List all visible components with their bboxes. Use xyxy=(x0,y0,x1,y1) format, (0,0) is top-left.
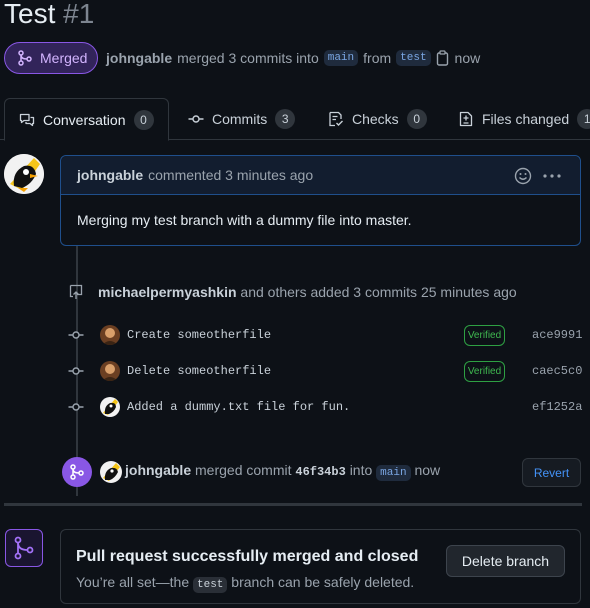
status-label: Merged xyxy=(40,50,88,66)
git-merge-icon xyxy=(5,529,43,567)
merge-event-action: merged commit xyxy=(195,462,292,478)
commits-time[interactable]: 25 minutes ago xyxy=(421,284,517,300)
commit-sha[interactable]: ace9991 xyxy=(532,328,582,342)
commit-message[interactable]: Create someotherfile xyxy=(127,328,271,342)
pr-title: Test xyxy=(4,0,56,29)
tab-files-changed-count: 1 xyxy=(577,109,590,129)
delete-branch-button[interactable]: Delete branch xyxy=(446,545,565,577)
tab-checks-label: Checks xyxy=(352,111,399,127)
author-link[interactable]: johngable xyxy=(106,50,172,66)
checklist-icon xyxy=(329,111,343,127)
tab-conversation-label: Conversation xyxy=(43,111,126,128)
merge-event-text: johngable merged commit 46f34b3 into mai… xyxy=(125,462,440,481)
tab-commits-count: 3 xyxy=(275,109,296,129)
head-branch-ref[interactable]: test xyxy=(396,50,431,66)
status-badge: Merged xyxy=(4,42,98,74)
avatar[interactable] xyxy=(100,325,120,345)
tab-files-changed-label: Files changed xyxy=(482,111,570,127)
tab-files-changed[interactable]: Files changed 1 xyxy=(458,98,590,140)
repo-push-icon xyxy=(69,284,83,299)
avatar[interactable] xyxy=(100,461,122,483)
merge-status-description: You’re all set—the test branch can be sa… xyxy=(76,574,415,593)
pr-tabs: Conversation 0 Commits 3 Checks 0 Files … xyxy=(0,98,590,141)
merge-status-box: Pull request successfully merged and clo… xyxy=(60,529,581,604)
pr-number: #1 xyxy=(63,0,95,29)
tab-checks[interactable]: Checks 0 xyxy=(328,98,427,140)
merge-event: johngable merged commit 46f34b3 into mai… xyxy=(62,457,590,489)
avatar[interactable] xyxy=(100,397,120,417)
tab-checks-count: 0 xyxy=(406,109,427,129)
commit-row: Delete someotherfile Verified caec5c0 xyxy=(68,359,590,383)
penguin-avatar-icon xyxy=(4,154,44,194)
commits-author[interactable]: michaelpermyashkin xyxy=(98,284,237,300)
comment-box: johngable commented 3 minutes ago Mergin… xyxy=(60,155,581,246)
revert-button[interactable]: Revert xyxy=(522,458,581,487)
tab-commits[interactable]: Commits 3 xyxy=(188,98,296,140)
avatar[interactable] xyxy=(4,154,44,194)
merge-event-branch[interactable]: main xyxy=(376,465,411,481)
comment-author[interactable]: johngable xyxy=(77,167,143,183)
git-commit-icon xyxy=(68,327,84,343)
merge-status-suffix: branch can be safely deleted. xyxy=(231,574,415,590)
commit-sha[interactable]: caec5c0 xyxy=(532,364,582,378)
commit-row: Create someotherfile Verified ace9991 xyxy=(68,323,590,347)
base-branch-ref[interactable]: main xyxy=(323,50,359,66)
comment-body: Merging my test branch with a dummy file… xyxy=(77,212,412,228)
from-text: from xyxy=(363,50,392,66)
merge-event-into: into xyxy=(349,462,373,478)
commit-message[interactable]: Added a dummy.txt file for fun. xyxy=(127,400,350,414)
timeline-divider xyxy=(4,503,582,506)
smiley-icon[interactable] xyxy=(514,167,532,185)
merge-summary: johngable merged 3 commits into main fro… xyxy=(106,50,480,66)
merge-summary-text: merged 3 commits into xyxy=(177,50,319,66)
tab-conversation-count: 0 xyxy=(133,109,154,130)
merge-event-author[interactable]: johngable xyxy=(125,462,191,478)
verified-badge[interactable]: Verified xyxy=(464,324,505,346)
git-commit-icon xyxy=(68,399,84,415)
copy-icon[interactable] xyxy=(436,50,450,66)
commit-sha[interactable]: ef1252a xyxy=(532,400,582,414)
comment-meta[interactable]: commented 3 minutes ago xyxy=(148,167,313,183)
verified-badge[interactable]: Verified xyxy=(464,360,505,382)
commits-summary: michaelpermyashkin and others added 3 co… xyxy=(68,284,517,300)
kebab-horizontal-icon[interactable] xyxy=(542,167,562,185)
comment-discussion-icon xyxy=(19,113,35,126)
page-title: Test #1 xyxy=(4,0,94,30)
git-merge-icon xyxy=(18,50,32,66)
merge-event-time[interactable]: now xyxy=(414,462,440,478)
avatar[interactable] xyxy=(100,361,120,381)
tab-conversation[interactable]: Conversation 0 xyxy=(4,98,169,141)
commit-row: Added a dummy.txt file for fun. ef1252a xyxy=(68,395,590,419)
merge-status-title: Pull request successfully merged and clo… xyxy=(76,548,419,565)
head-branch-ref[interactable]: test xyxy=(193,577,228,593)
commits-summary-text: and others added 3 commits xyxy=(240,284,418,300)
git-commit-icon xyxy=(188,115,204,123)
merge-commit-sha[interactable]: 46f34b3 xyxy=(295,465,345,479)
git-merge-icon xyxy=(62,457,92,487)
git-commit-icon xyxy=(68,363,84,379)
merge-time: now xyxy=(454,50,481,66)
commit-message[interactable]: Delete someotherfile xyxy=(127,364,271,378)
merge-status-prefix: You’re all set—the xyxy=(76,574,190,590)
file-diff-icon xyxy=(459,111,473,127)
comment-header: johngable commented 3 minutes ago xyxy=(61,156,580,195)
tab-commits-label: Commits xyxy=(212,111,268,127)
